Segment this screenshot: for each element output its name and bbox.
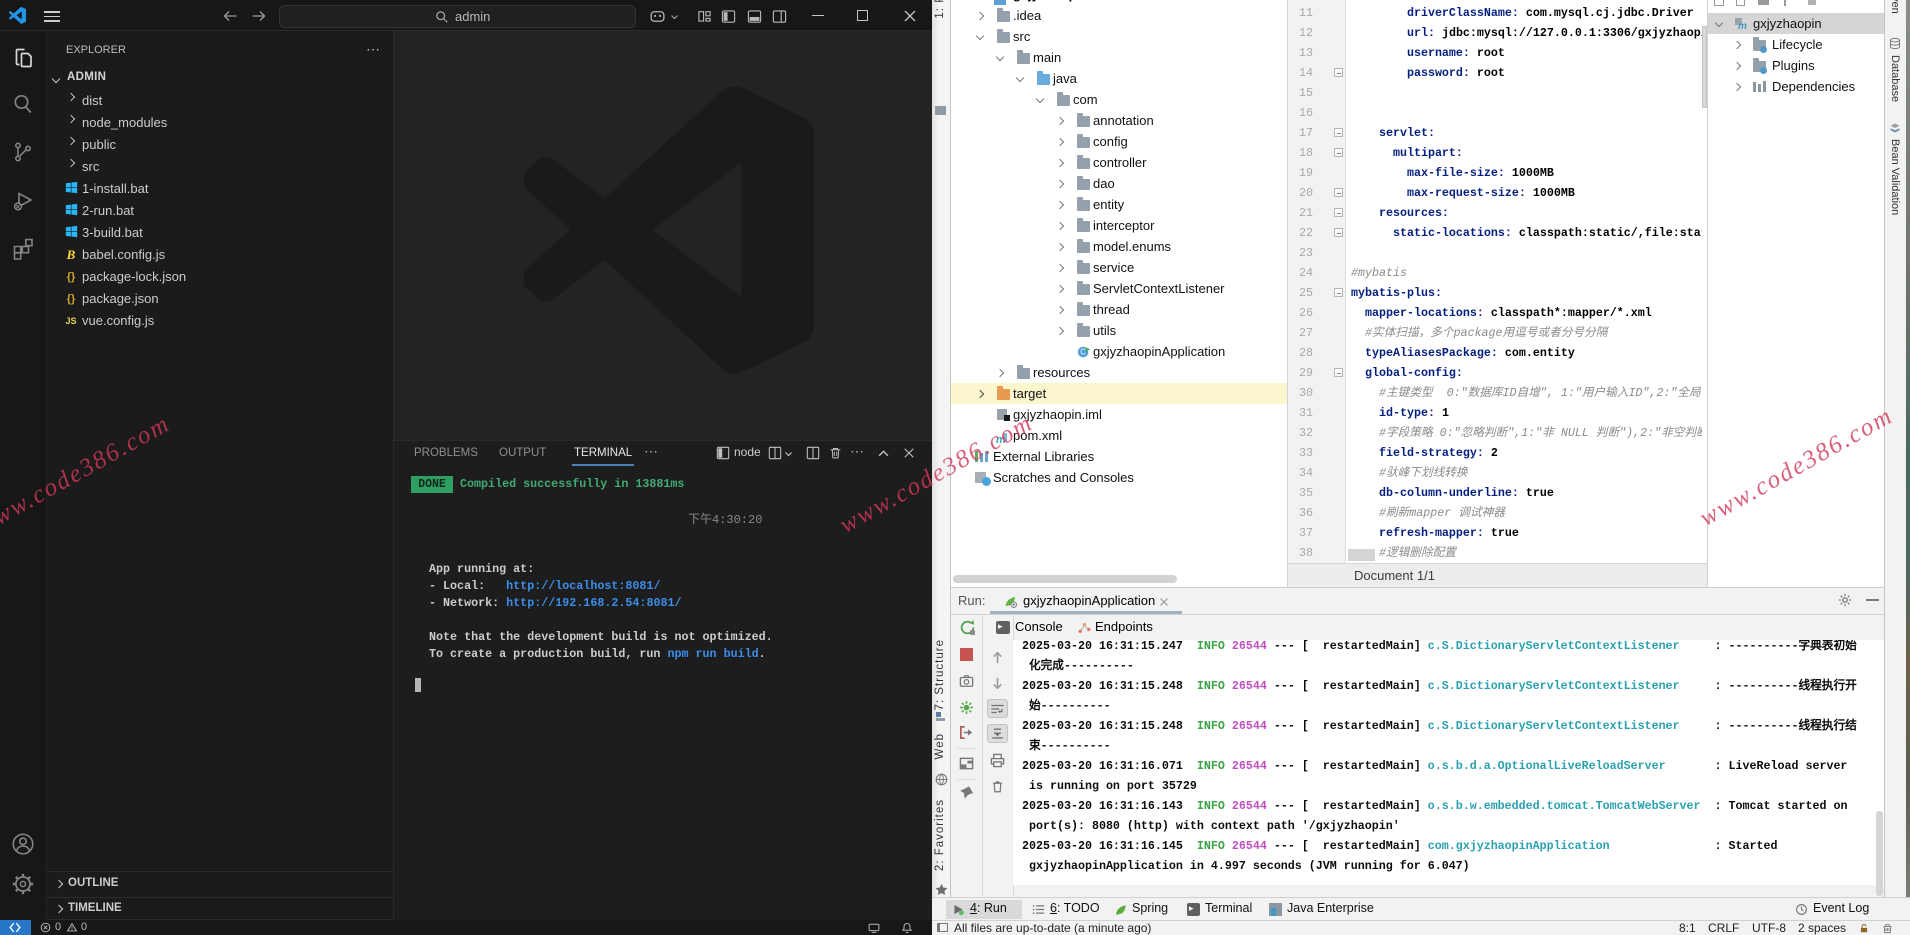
svg-text:C: C	[1080, 348, 1086, 357]
